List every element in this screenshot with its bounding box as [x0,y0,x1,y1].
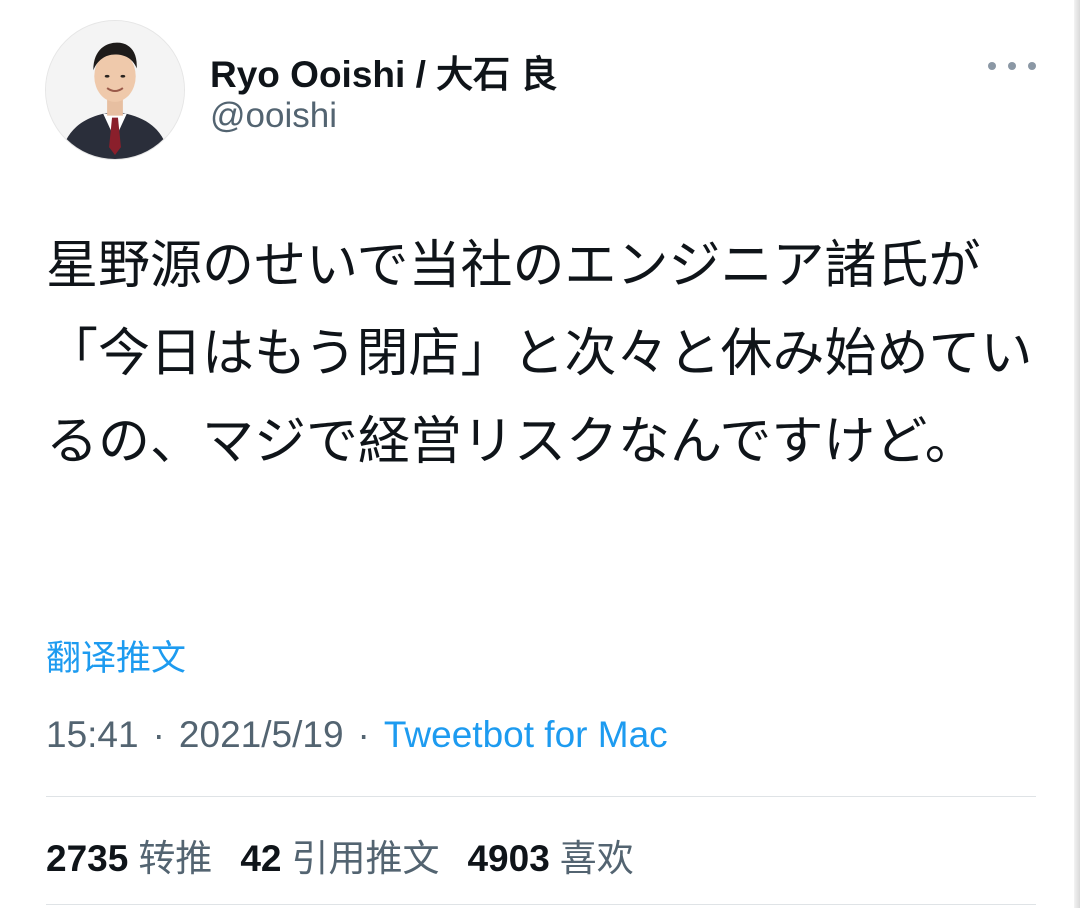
more-horizontal-icon-dot [1028,62,1036,70]
tweet-time: 15:41 [46,714,139,755]
meta-separator: · [357,714,370,755]
likes-label: 喜欢 [559,838,634,879]
quote-tweets-stat[interactable]: 42 引用推文 [240,828,439,882]
tweet-text: 星野源のせいで当社のエンジニア諸氏が「今日はもう閉店」と次々と休み始めているの、… [46,237,1033,471]
tweet-detail: Ryo Ooishi / 大石 良 @ooishi 星野源のせいで当社のエンジニ… [0,0,1074,908]
retweets-label: 转推 [138,838,213,879]
likes-stat[interactable]: 4903 喜欢 [467,828,633,882]
tweet-meta: 15:41 · 2021/5/19 · Tweetbot for Mac [46,714,668,756]
quote-tweets-label: 引用推文 [291,838,440,879]
meta-separator: · [152,714,165,755]
divider [46,796,1036,797]
scrollbar-edge [1074,0,1080,908]
translate-tweet-link[interactable]: 翻译推文 [46,630,186,681]
user-handle[interactable]: @ooishi [210,96,337,136]
tweet-page: Ryo Ooishi / 大石 良 @ooishi 星野源のせいで当社のエンジニ… [0,0,1080,908]
display-name[interactable]: Ryo Ooishi / 大石 良 [210,44,557,98]
tweet-source-link[interactable]: Tweetbot for Mac [384,714,668,756]
tweet-stats: 2735 转推 42 引用推文 4903 喜欢 [46,828,662,882]
avatar-photo [46,21,184,159]
quote-tweets-count: 42 [240,838,282,879]
retweets-stat[interactable]: 2735 转推 [46,828,212,882]
more-horizontal-icon-dot [1008,62,1016,70]
likes-count: 4903 [467,838,550,879]
tweet-date: 2021/5/19 [178,714,344,755]
more-horizontal-icon [988,62,996,70]
more-options-button[interactable] [988,52,1036,80]
avatar[interactable] [45,20,185,160]
retweets-count: 2735 [46,838,129,879]
divider [46,904,1036,905]
